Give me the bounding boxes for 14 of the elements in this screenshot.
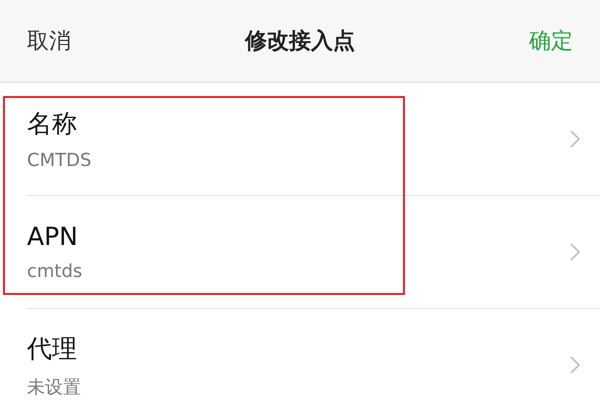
chevron-icon	[570, 243, 580, 261]
chevron-icon	[570, 130, 580, 148]
settings-row[interactable]: 代理 未设置	[27, 309, 600, 420]
row-label: APN	[27, 222, 79, 251]
row-value: 未设置	[27, 376, 81, 398]
cancel-button[interactable]: 取消	[27, 26, 71, 56]
row-value: cmtds	[27, 261, 82, 282]
page-title: 修改接入点	[245, 28, 355, 56]
settings-row[interactable]: APN cmtds	[27, 196, 600, 309]
settings-row[interactable]: 名称 CMTDS	[27, 83, 600, 196]
row-label: 名称	[27, 108, 78, 140]
chevron-icon	[570, 356, 580, 374]
row-value: CMTDS	[27, 150, 92, 171]
row-label: 代理	[27, 332, 78, 364]
